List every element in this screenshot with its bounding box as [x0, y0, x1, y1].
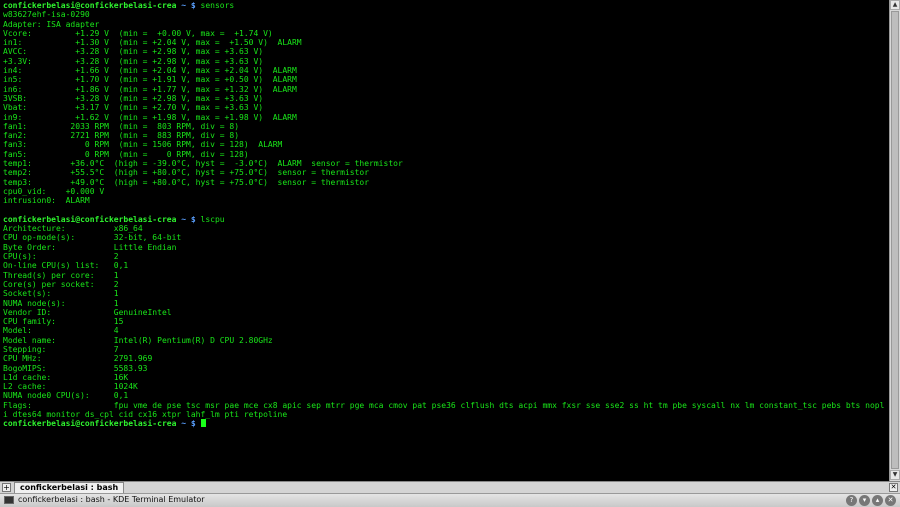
output-line: Core(s) per socket: 2: [3, 279, 119, 289]
window-titlebar[interactable]: confickerbelasi : bash - KDE Terminal Em…: [0, 493, 900, 507]
terminal-cursor[interactable]: [200, 419, 206, 428]
output-line: Vbat: +3.17 V (min = +2.70 V, max = +3.6…: [3, 103, 264, 113]
output-line: Socket(s): 1: [3, 289, 119, 299]
prompt-symbol: $: [190, 1, 196, 10]
output-line: BogoMIPS: 5583.93: [3, 363, 148, 373]
output-line: cpu0_vid: +0.000 V: [3, 186, 105, 196]
terminal-area[interactable]: confickerbelasi@confickerbelasi-crea ~ $…: [0, 0, 889, 481]
tab-bar: + confickerbelasi : bash ✕: [0, 481, 900, 493]
output-line: CPU MHz: 2791.969: [3, 354, 153, 364]
output-line: Model name: Intel(R) Pentium(R) D CPU 2.…: [3, 335, 273, 345]
command-text: sensors: [200, 1, 235, 10]
output-line: in9: +1.62 V (min = +1.98 V, max = +1.98…: [3, 112, 297, 122]
output-line: in1: +1.30 V (min = +2.04 V, max = +1.50…: [3, 38, 302, 48]
output-line: fan3: 0 RPM (min = 1506 RPM, div = 128) …: [3, 140, 283, 150]
prompt-line: confickerbelasi@confickerbelasi-crea ~ $…: [3, 1, 887, 10]
output-line: Adapter: ISA adapter: [3, 19, 100, 29]
prompt-path: ~: [181, 1, 187, 10]
output-line: +3.3V: +3.28 V (min = +2.98 V, max = +3.…: [3, 56, 264, 66]
output-line: w83627ehf-isa-0290: [3, 10, 90, 20]
minimize-icon[interactable]: ▾: [859, 495, 870, 506]
output-line: NUMA node(s): 1: [3, 298, 119, 308]
output-line: temp2: +55.5°C (high = +80.0°C, hyst = +…: [3, 168, 370, 178]
output-line: fan2: 2721 RPM (min = 883 RPM, div = 8): [3, 131, 240, 141]
help-icon[interactable]: ?: [846, 495, 857, 506]
output-line: Vcore: +1.29 V (min = +0.00 V, max = +1.…: [3, 28, 273, 38]
scroll-up-icon[interactable]: ▲: [890, 0, 900, 10]
window-title: confickerbelasi : bash - KDE Terminal Em…: [18, 495, 205, 504]
prompt-symbol: $: [190, 214, 196, 224]
output-line: Thread(s) per core: 1: [3, 270, 119, 280]
output-line: in6: +1.86 V (min = +1.77 V, max = +1.32…: [3, 84, 297, 94]
tab-bash[interactable]: confickerbelasi : bash: [14, 482, 125, 493]
output-line: in5: +1.70 V (min = +1.91 V, max = +0.50…: [3, 75, 297, 85]
prompt-user-host: confickerbelasi@confickerbelasi-crea: [3, 214, 177, 224]
scrollbar[interactable]: ▲ ▼: [889, 0, 900, 481]
output-line: fan1: 2033 RPM (min = 803 RPM, div = 8): [3, 121, 240, 131]
output-line: Model: 4: [3, 326, 119, 336]
output-line: Architecture: x86_64: [3, 224, 143, 234]
output-line: AVCC: +3.28 V (min = +2.98 V, max = +3.6…: [3, 47, 264, 57]
output-line: CPU op-mode(s): 32-bit, 64-bit: [3, 233, 182, 243]
prompt-path: ~: [181, 214, 187, 224]
terminal-app-icon: [4, 496, 14, 504]
output-line: i dtes64 monitor ds_cpl cid cx16 xtpr la…: [3, 410, 288, 420]
close-icon[interactable]: ✕: [885, 495, 896, 506]
close-icon[interactable]: ✕: [889, 483, 898, 492]
output-line: Byte Order: Little Endian: [3, 242, 177, 252]
output-line: L1d cache: 16K: [3, 372, 129, 382]
output-line: 3VSB: +3.28 V (min = +2.98 V, max = +3.6…: [3, 93, 264, 103]
output-line: NUMA node0 CPU(s): 0,1: [3, 391, 129, 401]
output-line: Flags: fpu vme de pse tsc msr pae mce cx…: [3, 400, 889, 410]
prompt-user-host: confickerbelasi@confickerbelasi-crea: [3, 419, 177, 429]
output-line: Vendor ID: GenuineIntel: [3, 307, 172, 317]
prompt-path: ~: [181, 419, 187, 429]
plus-icon[interactable]: +: [2, 483, 11, 492]
output-line: On-line CPU(s) list: 0,1: [3, 261, 129, 271]
scroll-down-icon[interactable]: ▼: [890, 470, 900, 480]
prompt-line: confickerbelasi@confickerbelasi-crea ~ $…: [3, 215, 887, 224]
output-line: temp3: +49.0°C (high = +80.0°C, hyst = +…: [3, 177, 370, 187]
command-text: lscpu: [200, 214, 225, 224]
output-line: CPU(s): 2: [3, 252, 119, 262]
output-line: in4: +1.66 V (min = +2.04 V, max = +2.04…: [3, 66, 297, 76]
prompt-user-host: confickerbelasi@confickerbelasi-crea: [3, 1, 177, 10]
output-line: temp1: +36.0°C (high = -39.0°C, hyst = -…: [3, 159, 403, 169]
output-line: fan5: 0 RPM (min = 0 RPM, div = 128): [3, 149, 249, 159]
output-line: CPU family: 15: [3, 317, 124, 327]
terminal-output: confickerbelasi@confickerbelasi-crea ~ $…: [3, 1, 887, 429]
prompt-line: confickerbelasi@confickerbelasi-crea ~ $: [3, 419, 887, 428]
maximize-icon[interactable]: ▴: [872, 495, 883, 506]
scrollbar-thumb[interactable]: [891, 11, 899, 469]
output-line: intrusion0: ALARM: [3, 196, 90, 206]
prompt-symbol: $: [190, 419, 196, 429]
output-line: Stepping: 7: [3, 344, 119, 354]
output-line: L2 cache: 1024K: [3, 382, 138, 392]
